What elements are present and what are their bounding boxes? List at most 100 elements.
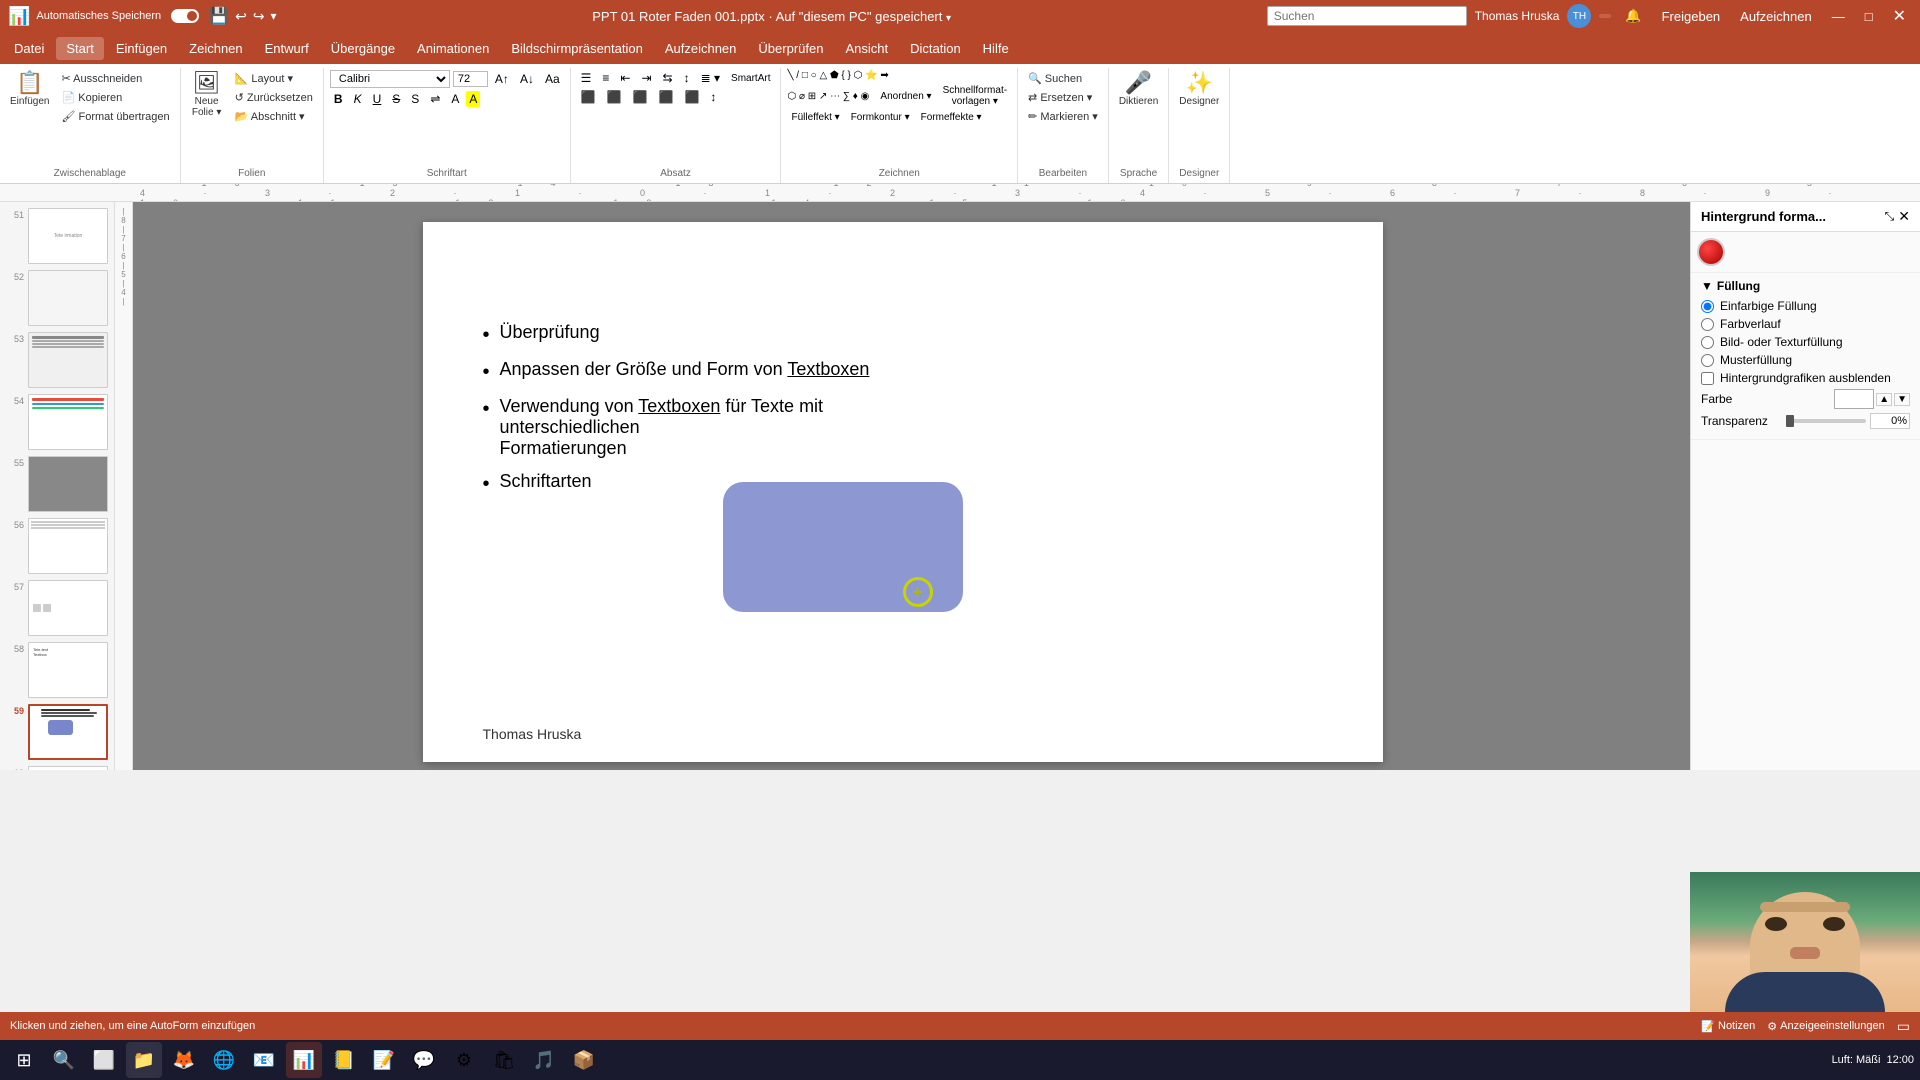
- schnelformat-btn[interactable]: Schnellformat-vorlagen ▾: [939, 84, 1011, 108]
- word-btn[interactable]: 📝: [366, 1042, 402, 1078]
- shadow-btn[interactable]: S: [407, 91, 423, 107]
- checkbox-hintergrund[interactable]: Hintergrundgrafiken ausblenden: [1701, 371, 1910, 385]
- italic-btn[interactable]: K: [350, 91, 366, 107]
- slide-preview-53[interactable]: [28, 332, 108, 388]
- mail-btn[interactable]: 📧: [246, 1042, 282, 1078]
- slide-preview-55[interactable]: [28, 456, 108, 512]
- slide-thumb-58[interactable]: 58 Tele-textTextbox: [4, 640, 110, 700]
- bullet-list-btn[interactable]: ☰: [577, 70, 596, 86]
- text-direction-btn[interactable]: ↕: [680, 70, 694, 86]
- clear-format-btn[interactable]: Aa: [541, 71, 564, 87]
- markieren-btn[interactable]: ✏ Markieren ▾: [1024, 108, 1102, 125]
- einfuegen-btn[interactable]: 📋 Einfügen: [6, 70, 53, 109]
- kopieren-btn[interactable]: 📄 Kopieren: [57, 89, 173, 106]
- powerpoint-taskbar-btn[interactable]: 📊: [286, 1042, 322, 1078]
- suchen-btn[interactable]: 🔍 Suchen: [1024, 70, 1086, 87]
- extra-btn[interactable]: 📦: [566, 1042, 602, 1078]
- share-btn[interactable]: Freigeben: [1656, 7, 1727, 26]
- align-left-btn[interactable]: ⬛: [577, 89, 600, 105]
- view-normal-btn[interactable]: ▭: [1897, 1018, 1910, 1035]
- ersetzen-btn[interactable]: ⇄ Ersetzen ▾: [1024, 89, 1096, 106]
- zuruecksetzen-btn[interactable]: ↺ Zurücksetzen: [231, 89, 317, 106]
- align-center-btn[interactable]: ⬛: [603, 89, 626, 105]
- menu-ansicht[interactable]: Ansicht: [835, 37, 898, 60]
- slide-preview-57[interactable]: [28, 580, 108, 636]
- store-btn[interactable]: 🛍: [486, 1042, 522, 1078]
- start-btn[interactable]: ⊞: [6, 1042, 42, 1078]
- menu-einfuegen[interactable]: Einfügen: [106, 37, 177, 60]
- color-picker-box[interactable]: [1834, 389, 1874, 409]
- menu-hilfe[interactable]: Hilfe: [973, 37, 1019, 60]
- slide-preview-51[interactable]: Tete irmation: [28, 208, 108, 264]
- radio-einfarbig-input[interactable]: [1701, 300, 1714, 313]
- slide-preview-56[interactable]: [28, 518, 108, 574]
- font-increase-btn[interactable]: A↑: [491, 71, 513, 87]
- record-btn[interactable]: Aufzeichnen: [1734, 7, 1818, 26]
- radio-bild-input[interactable]: [1701, 336, 1714, 349]
- font-decrease-btn[interactable]: A↓: [516, 71, 538, 87]
- firefox-btn[interactable]: 🦊: [166, 1042, 202, 1078]
- redo-icon[interactable]: ↪: [253, 8, 265, 25]
- radio-muster-input[interactable]: [1701, 354, 1714, 367]
- radio-bild[interactable]: Bild- oder Texturfüllung: [1701, 335, 1910, 349]
- slide-preview-52[interactable]: [28, 270, 108, 326]
- radio-einfarbig[interactable]: Einfarbige Füllung: [1701, 299, 1910, 313]
- minimize-btn[interactable]: —: [1826, 7, 1851, 26]
- bold-btn[interactable]: B: [330, 91, 347, 107]
- slide-preview-59[interactable]: [28, 704, 108, 760]
- files-btn[interactable]: 📁: [126, 1042, 162, 1078]
- right-panel-close-btn[interactable]: ✕: [1898, 208, 1910, 225]
- menu-datei[interactable]: Datei: [4, 37, 54, 60]
- menu-praesentation[interactable]: Bildschirmpräsentation: [501, 37, 653, 60]
- menu-ueberpruefen[interactable]: Überprüfen: [748, 37, 833, 60]
- color-swatch[interactable]: [1697, 238, 1725, 266]
- col-btn[interactable]: ⬛: [680, 89, 703, 105]
- underline-btn[interactable]: U: [369, 91, 386, 107]
- search-input[interactable]: [1267, 6, 1467, 26]
- maximize-btn[interactable]: □: [1859, 7, 1879, 26]
- transparency-input[interactable]: [1870, 413, 1910, 429]
- slide-thumb-59[interactable]: 59: [4, 702, 110, 762]
- format-uebertragen-btn[interactable]: 🖌 Format übertragen: [57, 108, 173, 125]
- slide-thumb-55[interactable]: 55: [4, 454, 110, 514]
- autosave-toggle[interactable]: [171, 9, 199, 23]
- settings-btn[interactable]: ⚙: [446, 1042, 482, 1078]
- indent-less-btn[interactable]: ⇤: [616, 70, 634, 86]
- menu-animationen[interactable]: Animationen: [407, 37, 499, 60]
- slide-thumb-60[interactable]: 60: [4, 764, 110, 770]
- chrome-btn[interactable]: 🌐: [206, 1042, 242, 1078]
- search-taskbar-btn[interactable]: 🔍: [46, 1042, 82, 1078]
- slide-thumb-53[interactable]: 53: [4, 330, 110, 390]
- indent-more-btn[interactable]: ⇥: [637, 70, 655, 86]
- line-spacing-btn[interactable]: ↕: [706, 89, 720, 105]
- menu-zeichnen[interactable]: Zeichnen: [179, 37, 252, 60]
- slide-preview-54[interactable]: [28, 394, 108, 450]
- slide-thumb-54[interactable]: 54: [4, 392, 110, 452]
- ribbon-display-btn[interactable]: 🔔: [1619, 6, 1647, 26]
- formkontur-btn[interactable]: Formkontur ▾: [847, 111, 914, 124]
- diktieren-btn[interactable]: 🎤 Diktieren: [1115, 70, 1162, 109]
- abschnitt-btn[interactable]: 📂 Abschnitt ▾: [231, 108, 317, 125]
- notizen-btn[interactable]: 📝 Notizen: [1701, 1020, 1755, 1033]
- color-arrow-down[interactable]: ▼: [1894, 393, 1910, 406]
- save-icon[interactable]: 💾: [209, 6, 229, 26]
- teams-btn[interactable]: 💬: [406, 1042, 442, 1078]
- music-btn[interactable]: 🎵: [526, 1042, 562, 1078]
- slide-thumb-52[interactable]: 52: [4, 268, 110, 328]
- taskview-btn[interactable]: ⬜: [86, 1042, 122, 1078]
- highlight-btn[interactable]: A: [466, 91, 480, 107]
- arrange-btn[interactable]: Anordnen ▾: [876, 90, 935, 103]
- rtl-btn[interactable]: ⇆: [659, 70, 677, 86]
- menu-dictation[interactable]: Dictation: [900, 37, 971, 60]
- formeffekte-btn[interactable]: Formeffekte ▾: [917, 111, 986, 124]
- radio-muster[interactable]: Musterfüllung: [1701, 353, 1910, 367]
- num-list-btn[interactable]: ≡: [598, 70, 613, 86]
- font-color-btn[interactable]: A: [447, 91, 463, 107]
- font-size-input[interactable]: [453, 71, 488, 87]
- undo-icon[interactable]: ↩: [235, 8, 247, 25]
- designer-btn[interactable]: ✨ Designer: [1175, 70, 1223, 109]
- align-text-btn[interactable]: ≣ ▾: [697, 70, 724, 86]
- slide-thumb-57[interactable]: 57: [4, 578, 110, 638]
- radio-farbverlauf[interactable]: Farbverlauf: [1701, 317, 1910, 331]
- fuelleffekt-btn[interactable]: Fülleffekt ▾: [787, 111, 843, 124]
